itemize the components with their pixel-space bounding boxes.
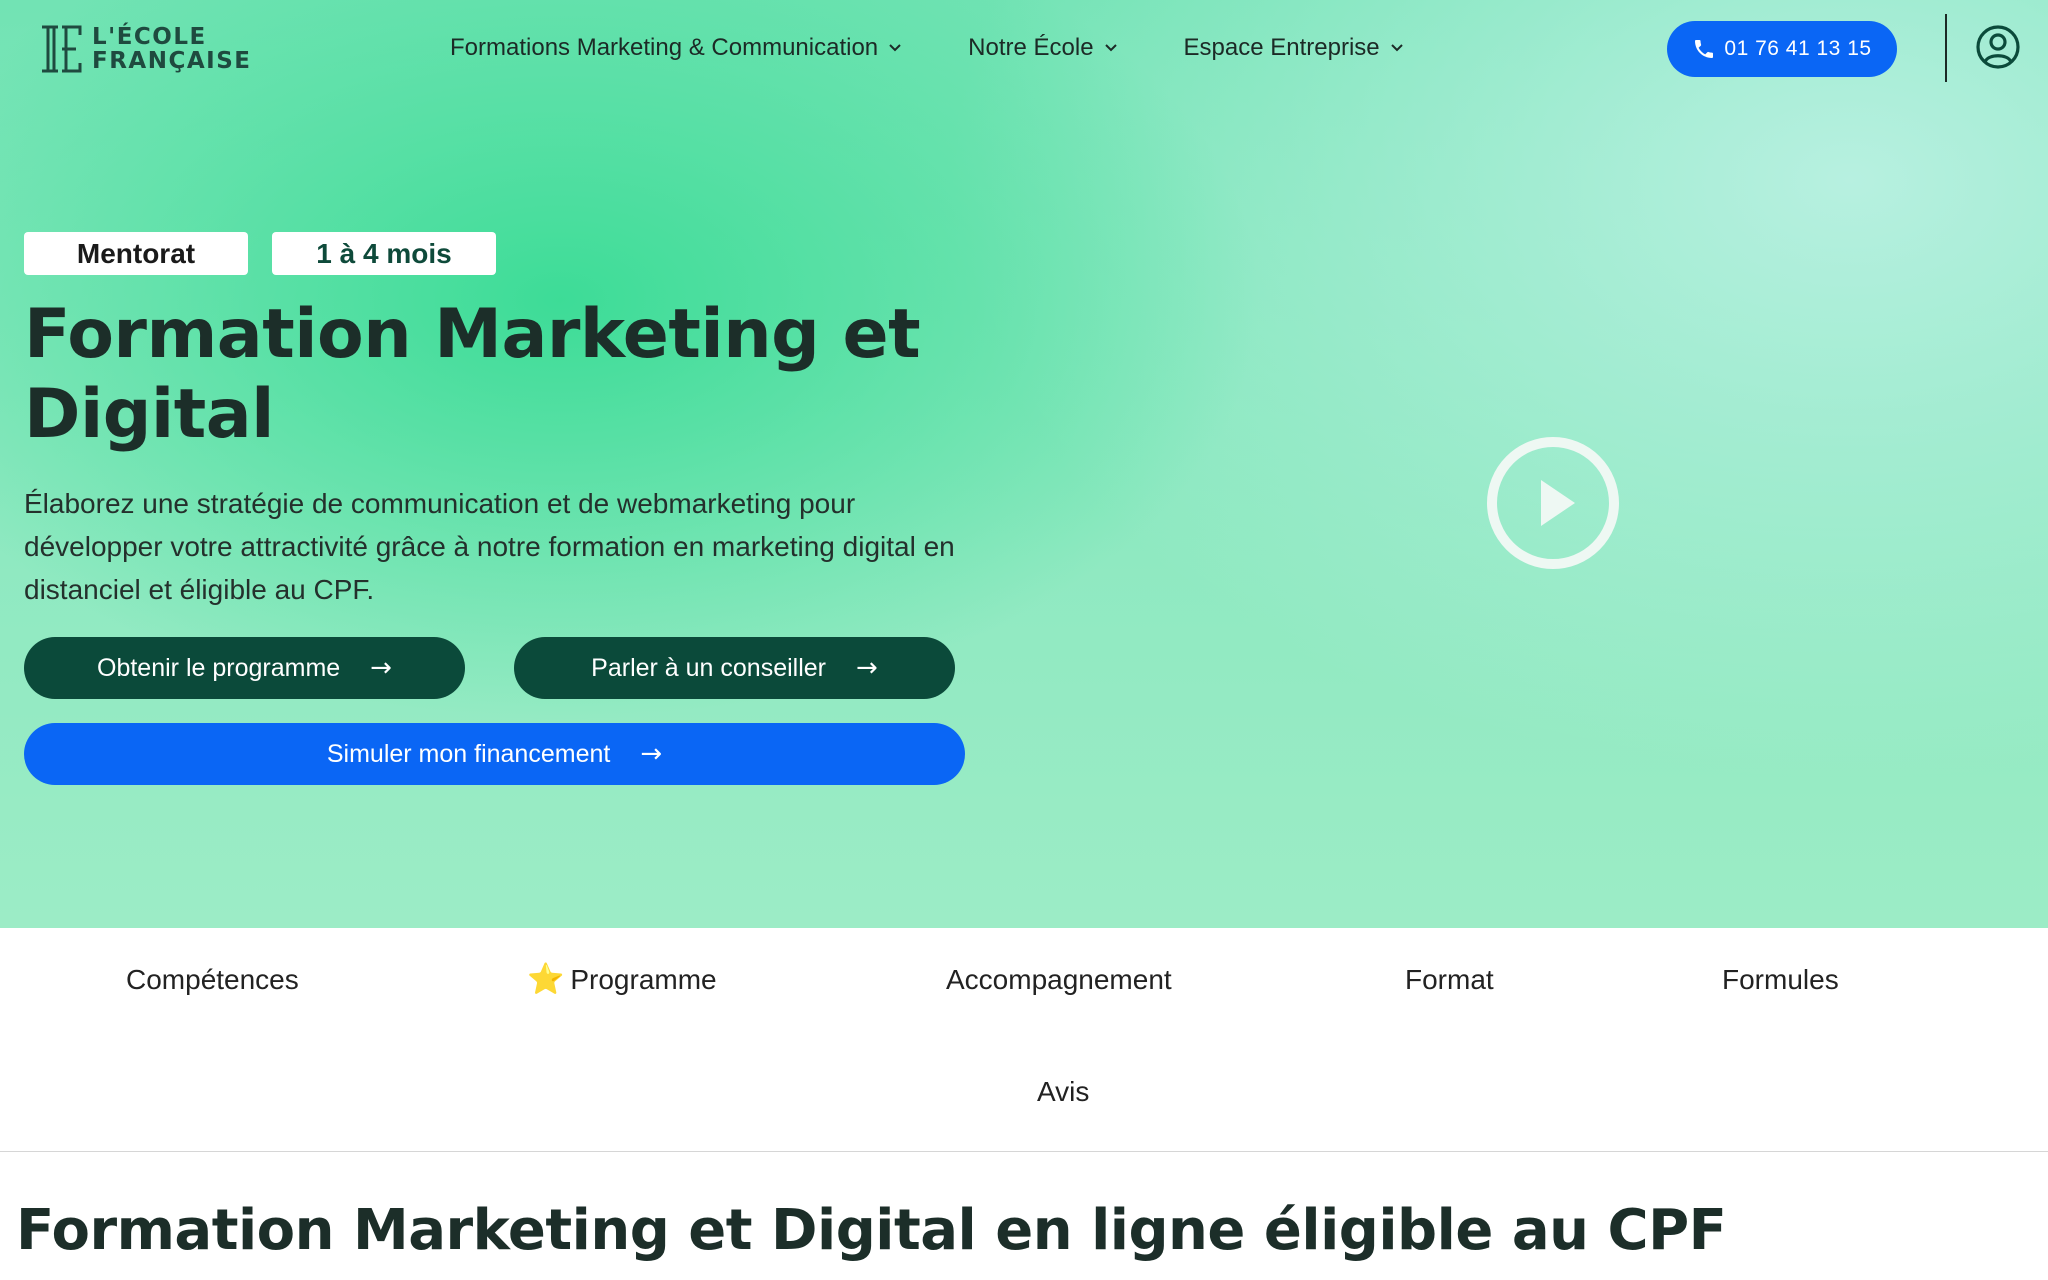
hero-section: L'ÉCOLE FRANÇAISE Formations Marketing &… [0,0,2048,928]
phone-number: 01 76 41 13 15 [1724,37,1872,60]
simulate-financing-label: Simuler mon financement [326,739,611,768]
tab-formules[interactable]: Formules [1722,964,1839,996]
nav-notre-ecole-label: Notre École [968,34,1094,61]
logo-line-1: L'ÉCOLE [92,24,207,50]
get-program-button[interactable]: Obtenir le programme → [24,637,465,699]
phone-icon [1695,40,1714,58]
chevron-down-icon [1104,44,1117,52]
tab-programme-label: Programme [570,964,717,995]
arrow-right-icon: → [640,739,663,769]
nav-formations[interactable]: Formations Marketing & Communication [450,34,902,62]
tab-avis-label: Avis [1037,1076,1090,1107]
nav-notre-ecole[interactable]: Notre École [968,34,1117,62]
section-title: Formation Marketing et Digital en ligne … [16,1198,1727,1263]
talk-to-advisor-label: Parler à un conseiller [591,653,827,682]
badge-duration: 1 à 4 mois [272,232,496,275]
section-tabs: Compétences ⭐ Programme Accompagnement Fo… [0,928,2048,1152]
tab-format[interactable]: Format [1405,964,1494,996]
hero-description: Élaborez une stratégie de communication … [24,488,955,605]
star-icon: ⭐ [527,963,565,996]
tab-format-label: Format [1405,964,1494,995]
chevron-down-icon [1390,44,1403,52]
tab-competences[interactable]: Compétences [126,964,299,996]
hero-title: Formation Marketing et Digital [24,295,921,454]
get-program-label: Obtenir le programme [97,653,341,682]
nav-espace-entreprise[interactable]: Espace Entreprise [1184,34,1404,62]
arrow-right-icon: → [370,653,392,683]
nav-formations-label: Formations Marketing & Communication [450,34,879,61]
chevron-down-icon [889,44,901,52]
tab-accompagnement-label: Accompagnement [946,964,1172,995]
main-nav: Formations Marketing & Communication Not… [450,28,1470,68]
tab-accompagnement[interactable]: Accompagnement [946,964,1172,996]
badge-mentorat: Mentorat [24,232,248,275]
nav-espace-entreprise-label: Espace Entreprise [1183,34,1380,61]
logo-mark-icon [42,25,82,73]
header-divider [1945,14,1947,82]
talk-to-advisor-button[interactable]: Parler à un conseiller → [514,637,955,699]
arrow-right-icon: → [856,653,878,683]
tab-competences-label: Compétences [126,964,299,995]
phone-button[interactable]: 01 76 41 13 15 [1667,21,1897,77]
logo-line-2: FRANÇAISE [92,48,252,74]
tab-programme[interactable]: ⭐ Programme [527,962,717,997]
play-video-icon[interactable] [1486,436,1620,570]
logo-text: L'ÉCOLE FRANÇAISE [92,25,252,73]
tab-avis[interactable]: Avis [1037,1076,1089,1108]
tab-formules-label: Formules [1722,964,1839,995]
user-account-icon[interactable] [1975,24,2021,70]
simulate-financing-button[interactable]: Simuler mon financement → [24,723,965,785]
logo[interactable]: L'ÉCOLE FRANÇAISE [36,22,252,76]
